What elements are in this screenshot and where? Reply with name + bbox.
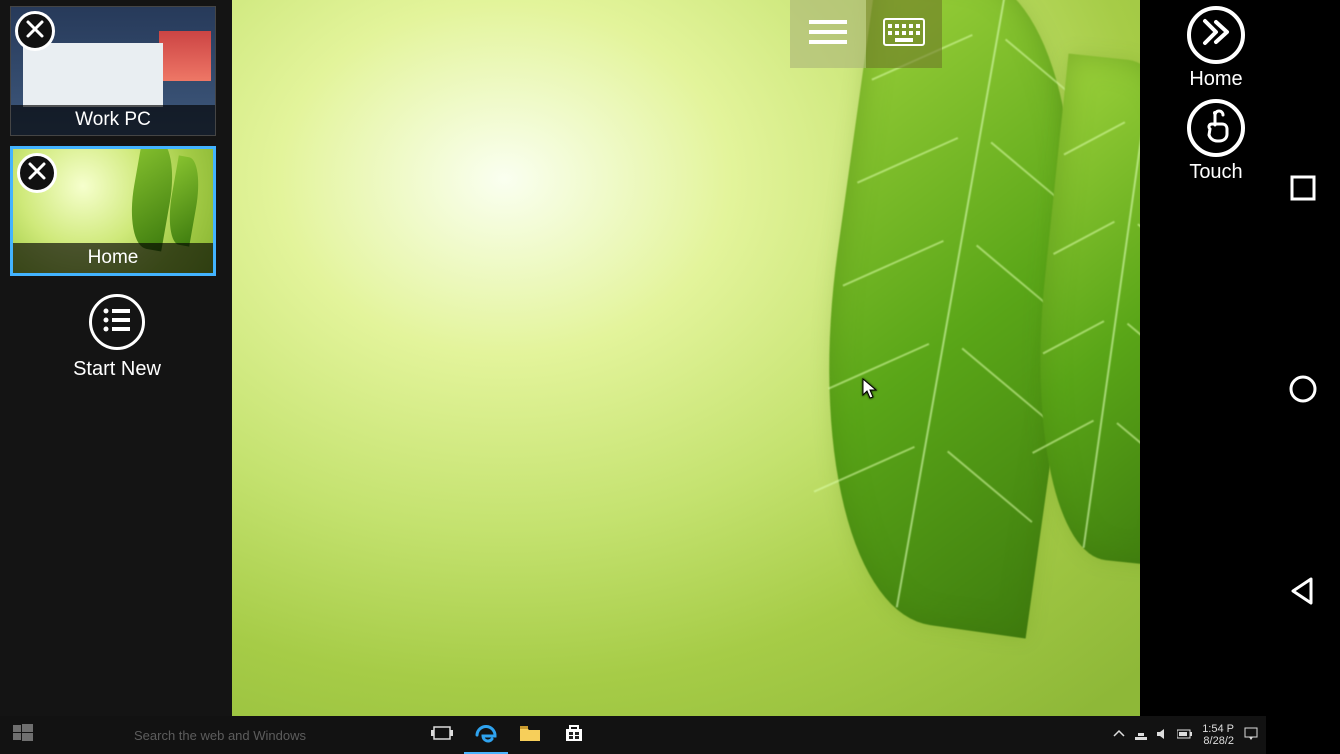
task-view-icon <box>431 724 453 747</box>
windows-logo-icon <box>13 723 33 748</box>
close-session-button[interactable] <box>17 153 57 193</box>
circle-icon <box>1288 391 1318 408</box>
task-view-button[interactable] <box>420 716 464 754</box>
android-home-button[interactable] <box>1288 374 1318 409</box>
edge-browser-button[interactable] <box>464 716 508 754</box>
clock-time: 1:54 P <box>1202 723 1234 735</box>
remote-desktop-icon <box>1199 18 1233 53</box>
folder-icon <box>519 724 541 747</box>
tray-battery-button[interactable] <box>1174 729 1196 742</box>
keyboard-button[interactable] <box>866 0 942 68</box>
network-icon <box>1134 727 1148 744</box>
taskbar-clock[interactable]: 1:54 P 8/28/2 <box>1202 723 1234 747</box>
session-label: Home <box>13 243 213 273</box>
volume-icon <box>1156 727 1170 744</box>
battery-icon <box>1177 729 1193 742</box>
mouse-cursor-icon <box>862 378 878 405</box>
keyboard-icon <box>883 18 925 51</box>
edge-icon <box>475 722 497 749</box>
close-icon <box>25 19 45 44</box>
session-label: Work PC <box>11 105 215 135</box>
session-switcher-panel: Work PC Home Start New <box>0 0 232 716</box>
menu-button[interactable] <box>790 0 866 68</box>
file-explorer-button[interactable] <box>508 716 552 754</box>
touch-action-button[interactable]: Touch <box>1166 99 1266 184</box>
square-icon <box>1289 189 1317 206</box>
android-nav-bar <box>1266 0 1340 754</box>
tray-volume-button[interactable] <box>1152 727 1174 744</box>
touch-icon <box>1201 109 1231 148</box>
chevron-up-icon <box>1113 728 1125 743</box>
remote-top-toolbar <box>790 0 942 68</box>
close-session-button[interactable] <box>15 11 55 51</box>
close-icon <box>27 161 47 186</box>
session-card-work-pc[interactable]: Work PC <box>10 6 216 136</box>
taskbar-search-placeholder: Search the web and Windows <box>134 728 306 743</box>
tray-network-button[interactable] <box>1130 727 1152 744</box>
session-card-home[interactable]: Home <box>10 146 216 276</box>
start-new-label: Start New <box>10 358 224 381</box>
home-action-label: Home <box>1166 68 1266 91</box>
android-recents-button[interactable] <box>1289 174 1317 207</box>
touch-action-label: Touch <box>1166 161 1266 184</box>
android-back-button[interactable] <box>1289 576 1317 611</box>
remote-desktop-view[interactable] <box>232 0 1140 716</box>
start-new-button[interactable]: Start New <box>10 294 224 381</box>
notification-icon <box>1244 727 1258 744</box>
start-button[interactable] <box>0 716 46 754</box>
right-action-panel: Home Touch <box>1166 6 1266 192</box>
action-center-button[interactable] <box>1240 727 1262 744</box>
store-button[interactable] <box>552 716 596 754</box>
windows-taskbar: Search the web and Windows 1:54 P 8/28/2 <box>0 716 1266 754</box>
taskbar-systray: 1:54 P 8/28/2 <box>1108 723 1266 747</box>
hamburger-icon <box>809 18 847 51</box>
taskbar-search-input[interactable]: Search the web and Windows <box>46 716 386 754</box>
clock-date: 8/28/2 <box>1202 735 1234 747</box>
tray-expand-button[interactable] <box>1108 728 1130 743</box>
store-icon <box>564 723 584 748</box>
home-action-button[interactable]: Home <box>1166 6 1266 91</box>
triangle-back-icon <box>1289 593 1317 610</box>
list-icon <box>102 307 132 338</box>
